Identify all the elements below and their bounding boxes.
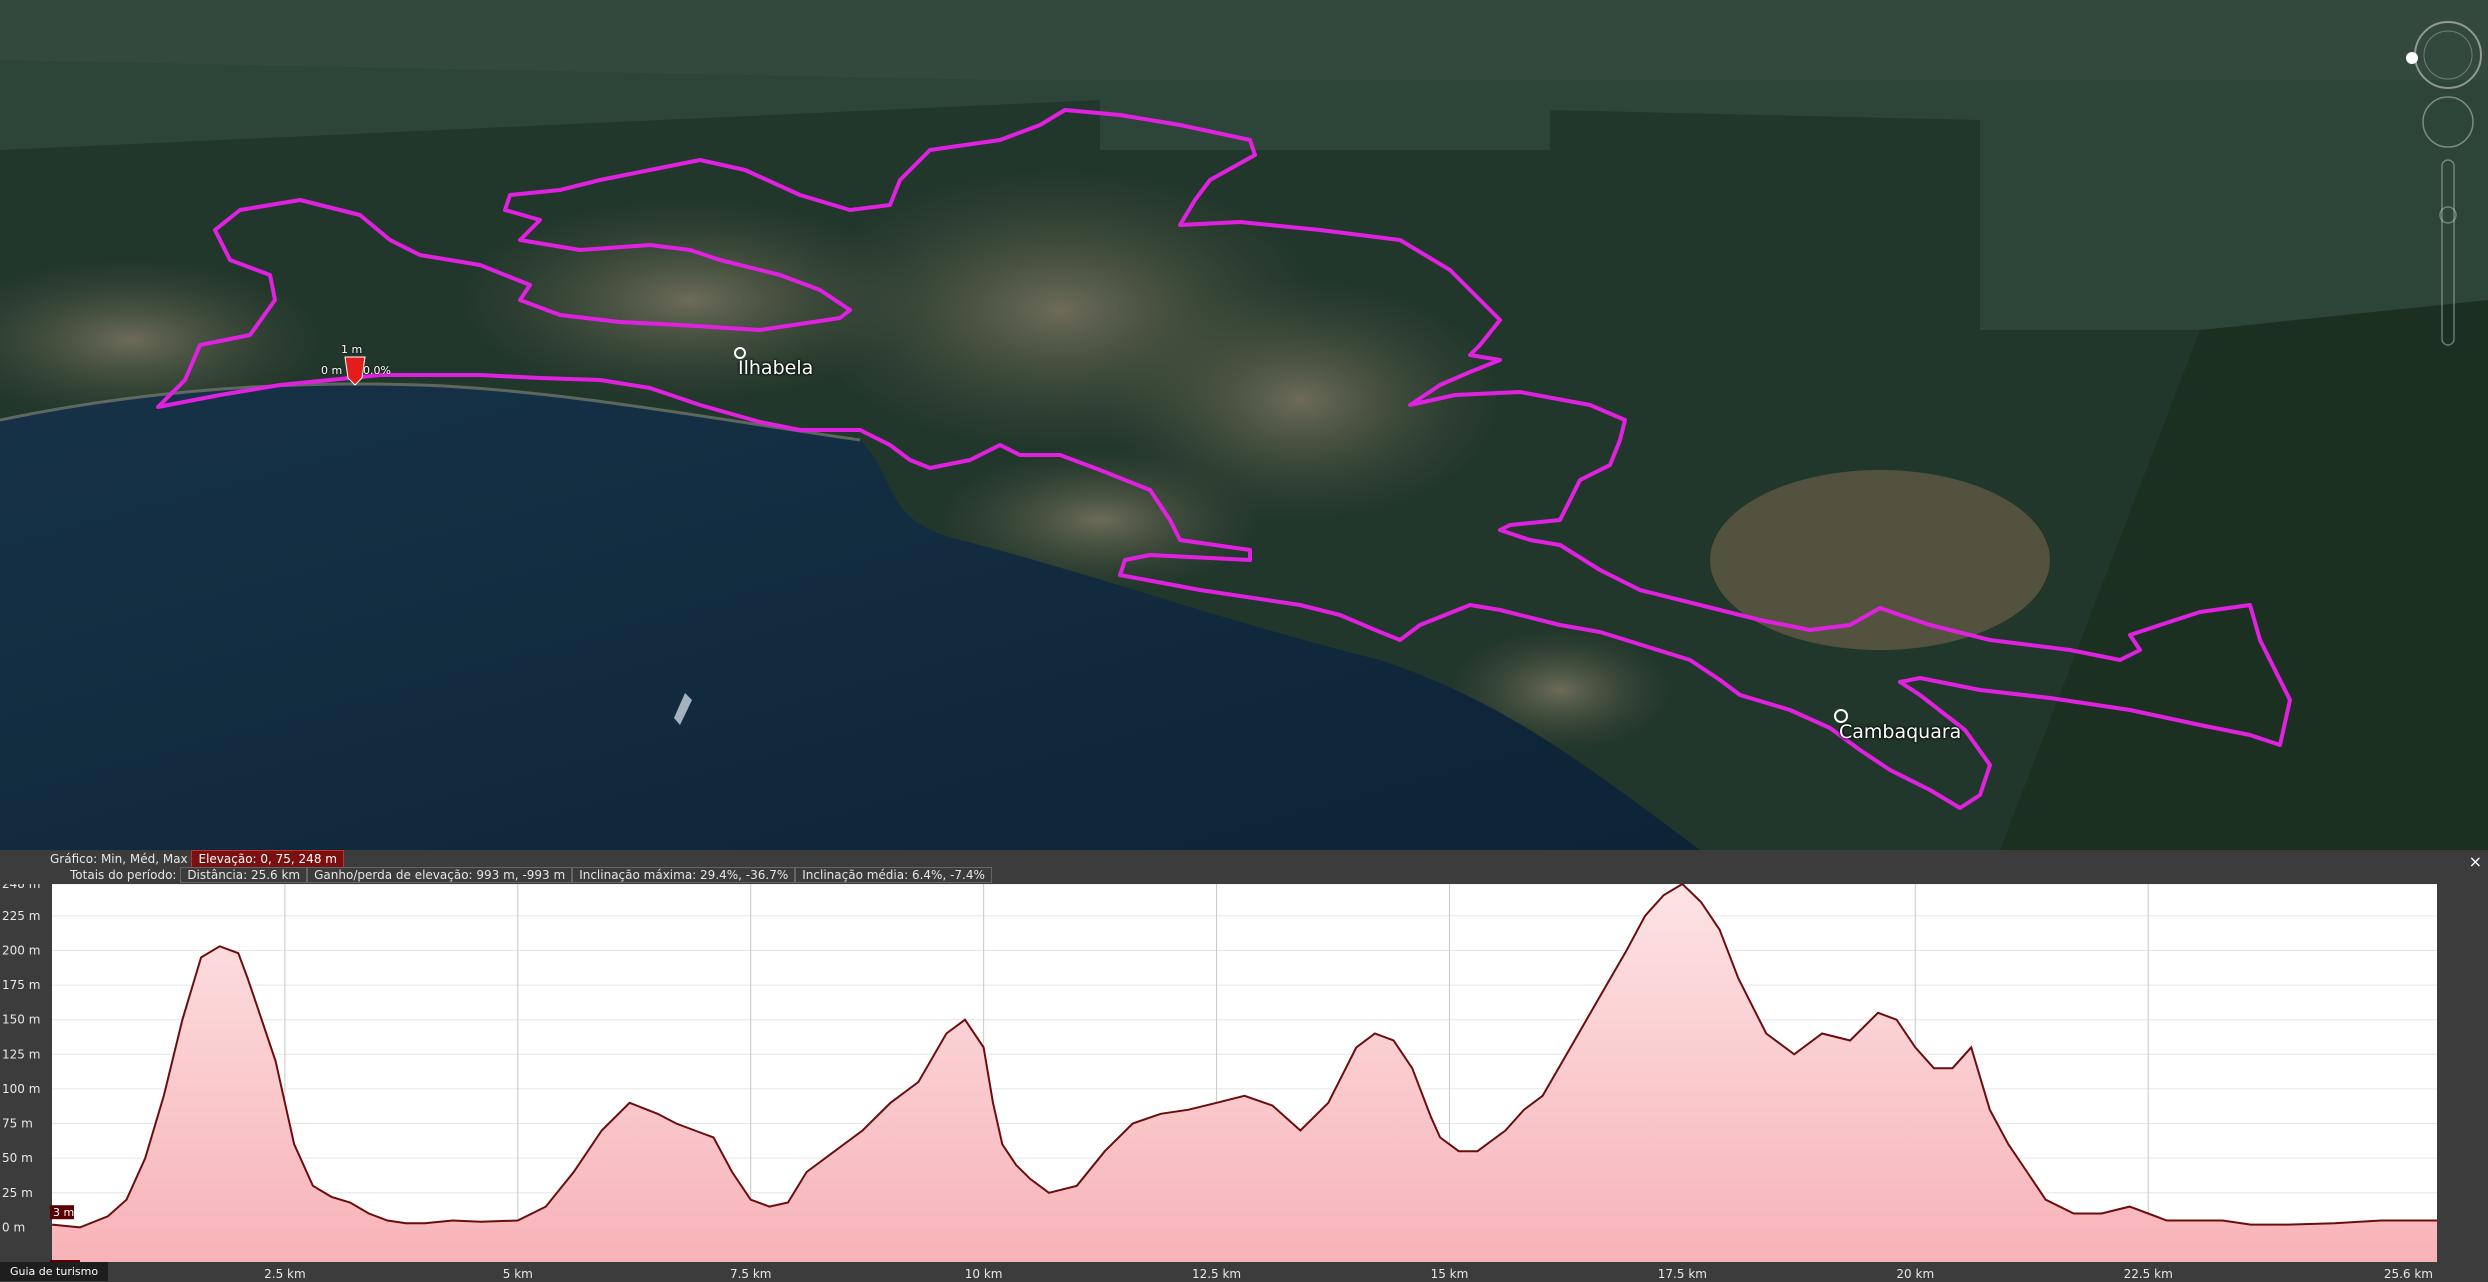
elevation-chart[interactable]: 0 m 25 m 50 m 75 m 100 m 125 m 150 m 175 m 200 m… xyxy=(0,884,2488,1282)
x-tick-label: 17.5 km xyxy=(1658,1267,1707,1281)
elevation-profile-panel: Gráfico: Min, Méd, Max Elevação: 0, 75, … xyxy=(0,850,2488,1282)
y-tick-label: 225 m xyxy=(2,909,40,923)
y-tick-label: 25 m xyxy=(2,1186,33,1200)
x-tick-label: 12.5 km xyxy=(1192,1267,1241,1281)
marker-grade-label: 0.0% xyxy=(363,364,391,377)
marker-distance-label: 0 m xyxy=(321,364,343,377)
x-tick-label: 15 km xyxy=(1431,1267,1469,1281)
marker-height-label: 1 m xyxy=(341,343,363,356)
totals-label: Totais do período: xyxy=(70,868,177,882)
x-tick-label: 25.6 km xyxy=(2384,1267,2433,1281)
y-tick-label: 150 m xyxy=(2,1013,40,1027)
avg-slope-stat[interactable]: Inclinação média: 6.4%, -7.4% xyxy=(795,867,992,883)
tour-guide-button[interactable]: Guia de turismo xyxy=(0,1262,109,1281)
x-tick-label: 20 km xyxy=(1896,1267,1934,1281)
x-tick-label: 10 km xyxy=(965,1267,1003,1281)
elevation-stat[interactable]: Elevação: 0, 75, 248 m xyxy=(191,850,344,868)
y-tick-label: 200 m xyxy=(2,943,40,957)
y-tick-label: 125 m xyxy=(2,1047,40,1061)
max-slope-stat[interactable]: Inclinação máxima: 29.4%, -36.7% xyxy=(572,867,796,883)
y-tick-label: 50 m xyxy=(2,1151,33,1165)
x-tick-label: 22.5 km xyxy=(2124,1267,2173,1281)
graph-stats-row: Gráfico: Min, Méd, Max Elevação: 0, 75, … xyxy=(50,850,344,868)
x-tick-label: 5 km xyxy=(503,1267,533,1281)
totals-row: Totais do período: Distância: 25.6 km Gan… xyxy=(70,867,992,884)
y-tick-label: 100 m xyxy=(2,1082,40,1096)
close-icon[interactable]: × xyxy=(2469,852,2482,871)
satellite-imagery[interactable] xyxy=(0,0,2488,850)
y-tick-label: 0 m xyxy=(2,1220,25,1234)
place-label-cambaquara[interactable]: Cambaquara xyxy=(1839,721,1961,743)
place-label-ilhabela[interactable]: Ilhabela xyxy=(738,357,813,379)
gain-loss-stat[interactable]: Ganho/perda de elevação: 993 m, -993 m xyxy=(307,867,573,883)
y-tick-label: 248 m xyxy=(2,884,40,891)
graph-label: Gráfico: Min, Méd, Max xyxy=(50,852,188,866)
x-tick-label: 7.5 km xyxy=(730,1267,772,1281)
y-tick-label: 75 m xyxy=(2,1117,33,1131)
distance-stat[interactable]: Distância: 25.6 km xyxy=(180,867,308,883)
map-view[interactable]: Ilhabela Cambaquara 1 m 0 m 0.0% xyxy=(0,0,2488,850)
x-tick-label: 2.5 km xyxy=(264,1267,306,1281)
cursor-elevation-label: 3 m xyxy=(53,1206,74,1219)
y-tick-label: 175 m xyxy=(2,978,40,992)
